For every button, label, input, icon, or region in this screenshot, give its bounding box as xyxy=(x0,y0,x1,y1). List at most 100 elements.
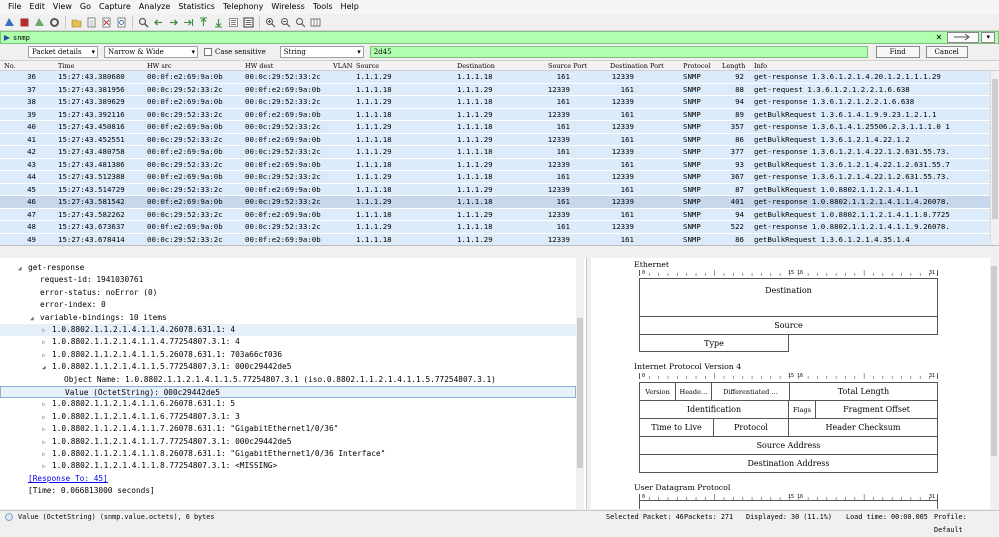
menu-go[interactable]: Go xyxy=(76,0,95,14)
menu-tools[interactable]: Tools xyxy=(309,0,337,14)
packet-details-pane[interactable]: ◢ get-response request-id: 1941030761 error… xyxy=(0,258,587,509)
menu-wireless[interactable]: Wireless xyxy=(267,0,308,14)
detail-row[interactable]: [Response To: 45] xyxy=(0,473,576,485)
options-gear-icon[interactable] xyxy=(48,16,61,29)
packet-row[interactable]: 41 15:27:43.452551 00:0c:29:52:33:2c 00:0f:… xyxy=(0,133,999,146)
packet-row[interactable]: 45 15:27:43.514729 00:0c:29:52:33:2c 00:0f:… xyxy=(0,183,999,196)
eth-source-field[interactable]: Source xyxy=(639,316,938,335)
autoscroll-icon[interactable] xyxy=(227,16,240,29)
packet-row[interactable]: 37 15:27:43.381956 00:0c:29:52:33:2c 00:0f:… xyxy=(0,83,999,96)
restart-icon[interactable] xyxy=(33,16,46,29)
ip-version-field[interactable]: Version xyxy=(639,382,676,401)
detail-row[interactable]: ◢ get-response xyxy=(0,262,576,274)
detail-row[interactable]: ▷ 1.0.8802.1.1.2.1.4.1.1.8.26078.631.1: "… xyxy=(0,448,576,460)
zoom-out-icon[interactable] xyxy=(279,16,292,29)
char-width-select[interactable]: Narrow & Wide xyxy=(104,46,198,58)
detail-row[interactable]: ▷ 1.0.8802.1.1.2.1.4.1.1.6.77254807.3.1: … xyxy=(0,411,576,423)
column-header-no-[interactable]: No. xyxy=(4,61,16,71)
scrollbar-thumb[interactable] xyxy=(991,266,997,456)
reload-icon[interactable] xyxy=(115,16,128,29)
packet-row[interactable]: 42 15:27:43.480758 00:0f:e2:69:9a:0b 00:0c:… xyxy=(0,146,999,159)
packet-row[interactable]: 43 15:27:43.481386 00:0c:29:52:33:2c 00:0f:… xyxy=(0,158,999,171)
display-filter-bar[interactable]: ▶ snmp ✕ ▾ xyxy=(0,31,999,44)
column-header-protocol[interactable]: Protocol xyxy=(683,61,711,71)
scrollbar-thumb[interactable] xyxy=(992,79,998,219)
cancel-button[interactable]: Cancel xyxy=(925,46,968,58)
column-header-destination-port[interactable]: Destination Port xyxy=(610,61,664,71)
packet-row[interactable]: 36 15:27:43.380680 00:0f:e2:69:9a:0b 00:0c:… xyxy=(0,71,999,84)
menu-view[interactable]: View xyxy=(49,0,76,14)
detail-row[interactable]: Object Name: 1.0.8802.1.1.2.1.4.1.1.5.77… xyxy=(0,374,576,386)
detail-row[interactable]: error-status: noError (0) xyxy=(0,287,576,299)
packet-row[interactable]: 46 15:27:43.581542 00:0f:e2:69:9a:0b 00:0c:… xyxy=(0,196,999,209)
column-header-destination[interactable]: Destination xyxy=(457,61,495,71)
ip-total-length-field[interactable]: Total Length xyxy=(789,382,938,401)
search-type-select[interactable]: String xyxy=(279,46,364,58)
ip-destination-address-field[interactable]: Destination Address xyxy=(639,454,938,473)
zoom-normal-icon[interactable] xyxy=(294,16,307,29)
response-link[interactable]: [Response To: 45] xyxy=(28,474,108,483)
detail-row[interactable]: ▷ 1.0.8802.1.1.2.1.4.1.1.6.26078.631.1: 5 xyxy=(0,398,576,410)
packet-row[interactable]: 40 15:27:43.450816 00:0f:e2:69:9a:0b 00:0c:… xyxy=(0,121,999,134)
eth-destination-field[interactable]: Destination xyxy=(639,278,938,302)
packet-row[interactable]: 38 15:27:43.389629 00:0f:e2:69:9a:0b 00:0c:… xyxy=(0,96,999,109)
ip-flags-field[interactable]: Flags xyxy=(788,400,816,419)
details-scrollbar[interactable] xyxy=(576,258,584,509)
column-header-hw-dest[interactable]: HW dest xyxy=(245,61,273,71)
packet-row[interactable]: 49 15:27:43.678414 00:0c:29:52:33:2c 00:0f:… xyxy=(0,233,999,245)
ip-identification-field[interactable]: Identification xyxy=(639,400,789,419)
menu-file[interactable]: File xyxy=(4,0,25,14)
back-arrow-icon[interactable] xyxy=(152,16,165,29)
pane-splitter[interactable] xyxy=(0,246,999,258)
packet-row[interactable]: 39 15:27:43.392116 00:0c:29:52:33:2c 00:0f:… xyxy=(0,108,999,121)
detail-row[interactable]: ▷ 1.0.8802.1.1.2.1.4.1.1.7.26078.631.1: "… xyxy=(0,423,576,435)
menu-analyze[interactable]: Analyze xyxy=(135,0,175,14)
detail-row[interactable]: ▷ 1.0.8802.1.1.2.1.4.1.1.4.77254807.3.1: … xyxy=(0,336,576,348)
display-filter-input[interactable]: snmp xyxy=(13,34,932,42)
forward-arrow-icon[interactable] xyxy=(167,16,180,29)
resize-columns-icon[interactable] xyxy=(309,16,322,29)
find-icon[interactable] xyxy=(137,16,150,29)
detail-row[interactable]: ◢ 1.0.8802.1.1.2.1.4.1.1.5.77254807.3.1: … xyxy=(0,361,576,373)
ip-source-address-field[interactable]: Source Address xyxy=(639,436,938,455)
ip-ttl-field[interactable]: Time to Live xyxy=(639,418,714,437)
detail-row[interactable]: ▷ 1.0.8802.1.1.2.1.4.1.1.5.26078.631.1: 7… xyxy=(0,349,576,361)
ip-header-length-field[interactable]: Heade… xyxy=(675,382,712,401)
find-button[interactable]: Find xyxy=(875,46,920,58)
last-packet-icon[interactable] xyxy=(212,16,225,29)
goto-icon[interactable] xyxy=(182,16,195,29)
colorize-icon[interactable] xyxy=(242,16,255,29)
column-header-length[interactable]: Length xyxy=(722,61,745,71)
column-header-info[interactable]: Info xyxy=(754,61,767,71)
menu-statistics[interactable]: Statistics xyxy=(174,0,219,14)
bookmark-icon[interactable]: ▶ xyxy=(1,32,13,43)
menu-telephony[interactable]: Telephony xyxy=(219,0,267,14)
column-header-hw-src[interactable]: HW src xyxy=(147,61,172,71)
detail-row[interactable]: request-id: 1941030761 xyxy=(0,274,576,286)
filter-dropdown-button[interactable]: ▾ xyxy=(981,32,995,43)
detail-row[interactable]: ▷ 1.0.8802.1.1.2.1.4.1.1.4.26078.631.1: 4 xyxy=(0,324,576,337)
search-scope-select[interactable]: Packet details xyxy=(28,46,98,58)
apply-filter-arrow-icon[interactable] xyxy=(947,32,980,43)
diagram-scrollbar[interactable] xyxy=(990,258,999,509)
save-icon[interactable] xyxy=(85,16,98,29)
open-file-icon[interactable] xyxy=(70,16,83,29)
menu-help[interactable]: Help xyxy=(337,0,363,14)
ip-dsf-field[interactable]: Differentiated … xyxy=(711,382,790,401)
eth-type-field[interactable]: Type xyxy=(639,334,789,352)
column-header-source[interactable]: Source xyxy=(356,61,379,71)
stop-icon[interactable] xyxy=(18,16,31,29)
case-sensitive-checkbox[interactable]: Case sensitive xyxy=(204,48,266,56)
detail-row[interactable]: Value (OctetString): 000c29442de5 xyxy=(0,386,576,399)
ip-checksum-field[interactable]: Header Checksum xyxy=(788,418,938,437)
detail-row[interactable]: ▷ 1.0.8802.1.1.2.1.4.1.1.8.77254807.3.1: … xyxy=(0,460,576,472)
column-header-vlan[interactable]: VLAN xyxy=(333,61,352,71)
menu-edit[interactable]: Edit xyxy=(25,0,49,14)
packet-row[interactable]: 47 15:27:43.582262 00:0c:29:52:33:2c 00:0f:… xyxy=(0,208,999,221)
column-header-time[interactable]: Time xyxy=(58,61,74,71)
menu-capture[interactable]: Capture xyxy=(95,0,135,14)
close-file-icon[interactable] xyxy=(100,16,113,29)
shark-fin-start-icon[interactable] xyxy=(3,16,16,29)
detail-row[interactable]: error-index: 0 xyxy=(0,299,576,311)
ip-fragment-offset-field[interactable]: Fragment Offset xyxy=(815,400,938,419)
